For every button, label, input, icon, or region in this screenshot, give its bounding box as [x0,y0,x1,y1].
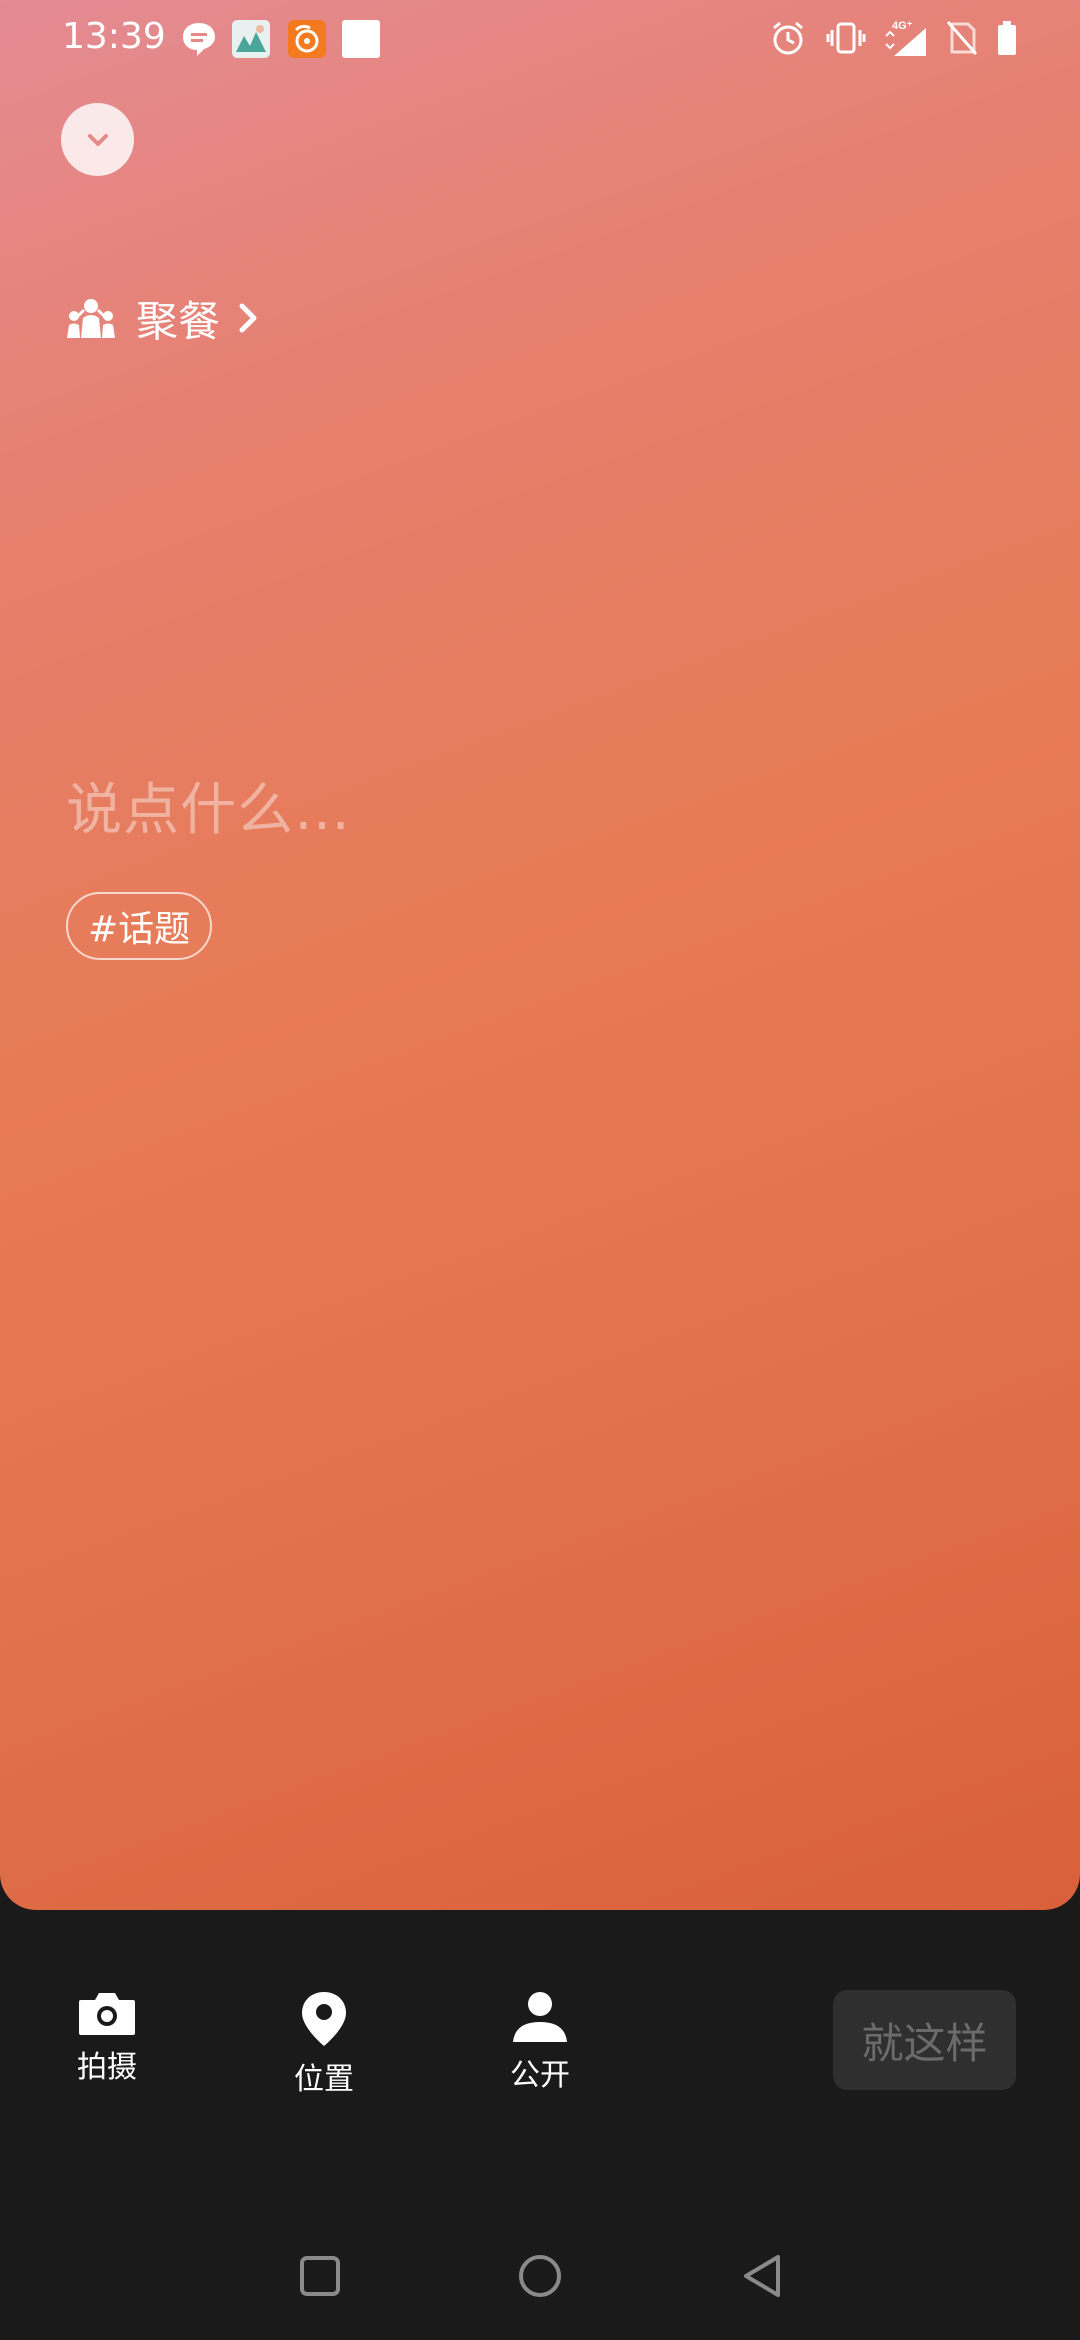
location-label: 位置 [294,2062,354,2097]
back-icon[interactable] [740,2252,786,2300]
battery-icon [998,21,1016,55]
uc-browser-notification-icon [288,20,326,58]
alarm-icon [773,21,803,55]
submit-button[interactable]: 就这样 [833,1990,1016,2090]
recent-apps-icon[interactable] [298,2254,342,2298]
person-icon [513,1992,567,2042]
compose-card: 13:39 4G⁺ 聚餐 说点什么… #话题 [0,0,1080,1910]
visibility-label: 公开 [510,2058,570,2093]
svg-text:4G⁺: 4G⁺ [892,20,913,32]
status-time: 13:39 [62,16,166,57]
gallery-notification-icon [232,20,270,58]
blank-notification-icon [342,20,380,58]
people-icon [67,299,115,338]
no-sim-icon [946,21,978,55]
status-bar: 13:39 4G⁺ [0,0,1080,80]
navigation-bar [0,2220,1080,2340]
home-icon[interactable] [516,2252,564,2300]
chevron-right-icon [239,303,257,333]
vibrate-icon [826,22,866,54]
location-button[interactable]: 位置 [254,1990,394,2098]
chevron-down-icon [87,133,108,146]
signal-4g-icon: 4G⁺ [885,20,926,56]
activity-selector[interactable]: 聚餐 [66,288,262,348]
screen: 13:39 4G⁺ 聚餐 说点什么… #话题 拍摄 位置 公开 就这样 [0,0,1080,2340]
topic-chip[interactable]: #话题 [66,892,213,960]
shoot-button[interactable]: 拍摄 [37,1990,177,2086]
shoot-label: 拍摄 [77,2050,137,2085]
location-pin-icon [302,1992,346,2046]
activity-label: 聚餐 [136,296,221,346]
compose-text-input[interactable]: 说点什么… [66,765,351,846]
camera-icon [79,1993,135,2035]
collapse-button[interactable] [61,103,134,176]
message-notification-icon [180,20,218,58]
visibility-button[interactable]: 公开 [470,1990,610,2094]
